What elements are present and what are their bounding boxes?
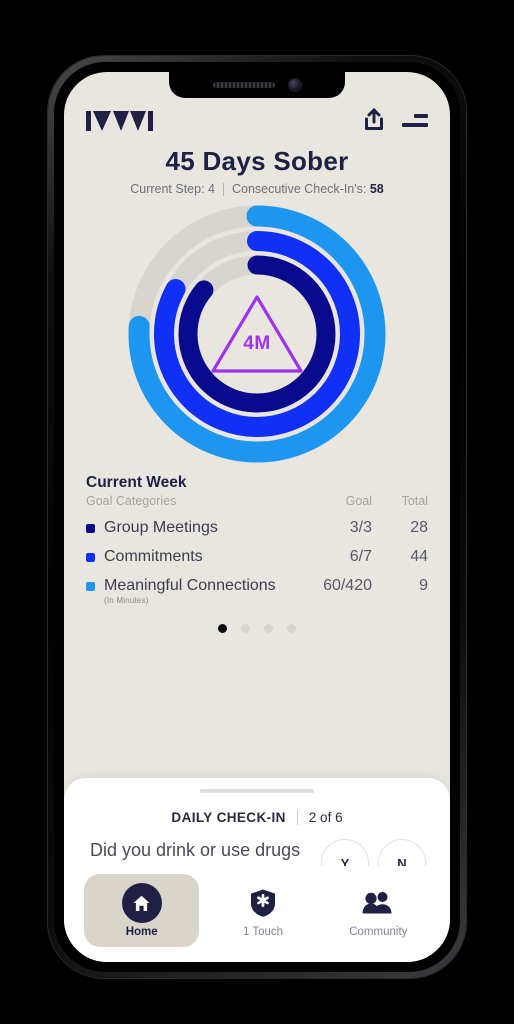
- title-block: 45 Days Sober Current Step: 4 Consecutiv…: [64, 146, 450, 196]
- checkin-progress: 2 of 6: [308, 810, 343, 825]
- header-actions: [363, 108, 428, 132]
- tab-community[interactable]: Community: [321, 874, 436, 938]
- pagination-dot[interactable]: [218, 624, 227, 633]
- phone-bezel: 45 Days Sober Current Step: 4 Consecutiv…: [54, 62, 460, 972]
- logo-letter-i2: [148, 111, 153, 131]
- goal-target: 3/3: [349, 519, 372, 536]
- tab-1-touch-label: 1 Touch: [242, 926, 284, 938]
- phone-notch: [169, 72, 345, 98]
- sheet-drag-handle[interactable]: [200, 789, 314, 793]
- checkin-header: DAILY CHECK-IN 2 of 6: [64, 810, 450, 825]
- carousel-pagination[interactable]: [64, 624, 450, 633]
- header-categories: Goal Categories: [86, 494, 177, 508]
- pagination-dot[interactable]: [264, 624, 273, 633]
- app-logo: [86, 109, 153, 131]
- people-icon: [362, 892, 392, 914]
- front-camera: [289, 79, 301, 91]
- shield-icon: [250, 889, 275, 917]
- screenshot-stage: 45 Days Sober Current Step: 4 Consecutiv…: [0, 0, 514, 1024]
- tab-community-label: Community: [349, 926, 408, 938]
- pagination-dot[interactable]: [287, 624, 296, 633]
- goal-row: Meaningful Connections 60/420 9: [86, 577, 428, 595]
- tab-home-label: Home: [125, 926, 158, 938]
- current-step-label: Current Step: 4: [130, 182, 215, 196]
- goals-table-header: Goal Categories Goal Total: [86, 494, 428, 508]
- goal-total: 28: [410, 519, 428, 536]
- goals-section-title: Current Week: [86, 474, 187, 491]
- goals-list: Group Meetings 3/3 28 Commitments 6/7 44 Meani…: [86, 519, 428, 605]
- badge-label: 4M: [243, 333, 271, 355]
- consecutive-label: Consecutive Check-In's:: [231, 182, 367, 196]
- goal-color-dot: [86, 552, 95, 562]
- goal-total: 9: [419, 577, 428, 594]
- earpiece-speaker: [213, 82, 275, 88]
- page-title: 45 Days Sober: [165, 146, 349, 176]
- tab-home[interactable]: Home: [84, 874, 200, 947]
- logo-letter-w: [113, 111, 146, 131]
- checkin-divider: [296, 810, 298, 825]
- subtitle-divider: [222, 182, 224, 196]
- pagination-dot[interactable]: [241, 624, 250, 633]
- goal-name: Group Meetings: [104, 519, 218, 536]
- home-icon: [121, 883, 162, 923]
- menu-icon[interactable]: [402, 113, 428, 127]
- goal-color-dot: [86, 581, 95, 591]
- goal-color-dot: [86, 523, 95, 533]
- center-badge: 4M: [209, 292, 305, 376]
- bottom-navigation: Home 1 Touch Community: [64, 866, 450, 962]
- header-goal: Goal: [345, 494, 372, 508]
- logo-letter-y: [93, 111, 111, 131]
- consecutive-value: 58: [369, 182, 384, 196]
- share-icon[interactable]: [363, 108, 385, 132]
- stats-subtitle: Current Step: 4 Consecutive Check-In's: …: [64, 182, 450, 196]
- goal-name: Commitments: [104, 548, 203, 565]
- phone-frame: 45 Days Sober Current Step: 4 Consecutiv…: [48, 56, 466, 978]
- goal-row: Commitments 6/7 44: [86, 548, 428, 566]
- logo-letter-i: [86, 111, 91, 131]
- phone-screen: 45 Days Sober Current Step: 4 Consecutiv…: [64, 72, 450, 962]
- consecutive-checkins: Consecutive Check-In's: 58: [232, 182, 384, 196]
- checkin-title: DAILY CHECK-IN: [171, 810, 286, 825]
- goal-target: 6/7: [349, 548, 372, 565]
- progress-rings: 4M: [64, 200, 450, 468]
- goals-section: Current Week Goal Categories Goal Total …: [64, 474, 450, 605]
- goal-total: 44: [410, 548, 428, 565]
- goal-name: Meaningful Connections: [104, 577, 276, 594]
- goal-row: Group Meetings 3/3 28: [86, 519, 428, 537]
- header-total: Total: [401, 494, 428, 508]
- tab-1-touch[interactable]: 1 Touch: [205, 874, 320, 938]
- goal-subtext: (In Minutes): [104, 596, 149, 605]
- goal-target: 60/420: [323, 577, 372, 594]
